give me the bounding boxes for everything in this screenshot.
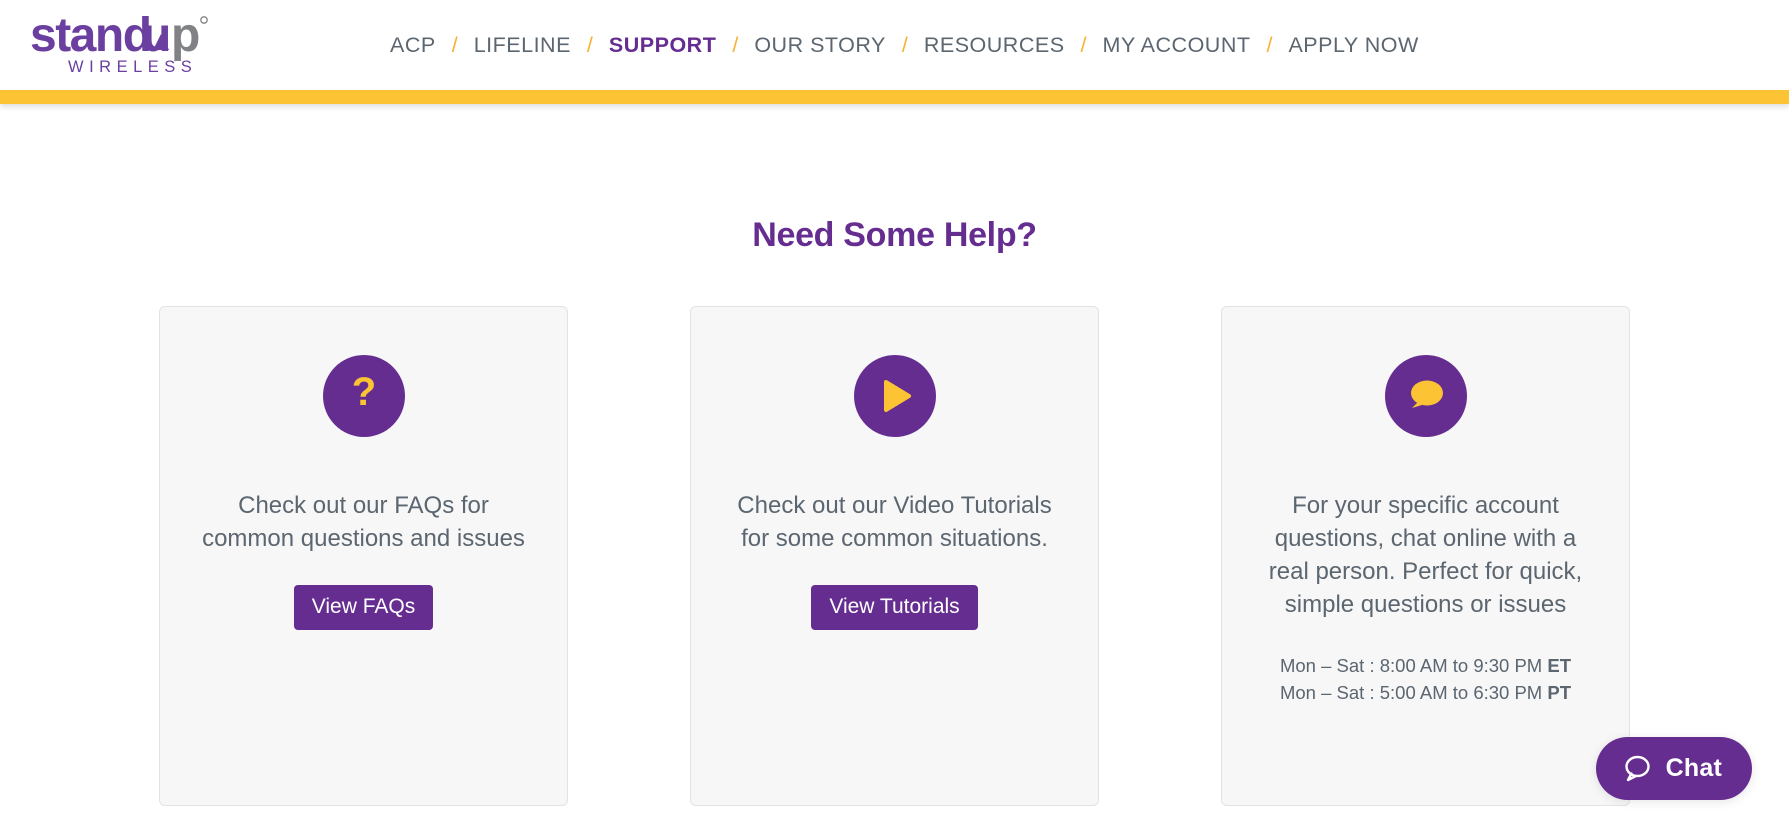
chat-widget-label: Chat <box>1665 754 1722 782</box>
help-card-faqs: ? Check out our FAQs for common question… <box>159 306 568 806</box>
help-cards-row: ? Check out our FAQs for common question… <box>0 306 1789 806</box>
chat-hours-pt-range: Mon – Sat : 5:00 AM to 6:30 PM <box>1279 681 1548 703</box>
svg-text:stand: stand <box>30 9 151 62</box>
chat-hours-line-et: Mon – Sat : 8:00 AM to 9:30 PM ET <box>1280 653 1571 679</box>
nav-separator: / <box>901 32 908 57</box>
help-card-tutorials-text: Check out our Video Tutorials for some c… <box>737 492 1052 553</box>
chat-bubble-glyph <box>1410 380 1443 408</box>
nav-item-apply-now[interactable]: APPLY NOW <box>1288 33 1418 58</box>
nav-item-lifeline[interactable]: LIFELINE <box>474 33 571 58</box>
help-card-chat-text: For your specific account questions, cha… <box>1268 492 1583 619</box>
chat-hours-pt-zone: PT <box>1547 681 1571 703</box>
view-tutorials-button[interactable]: View Tutorials <box>811 585 978 631</box>
nav-item-my-account[interactable]: MY ACCOUNT <box>1103 33 1251 58</box>
question-mark-icon: ? <box>322 355 405 437</box>
help-card-chat: For your specific account questions, cha… <box>1221 306 1630 806</box>
play-triangle-glyph <box>883 380 911 412</box>
page-title: Need Some Help? <box>752 216 1037 254</box>
nav-item-acp[interactable]: ACP <box>390 33 436 58</box>
nav-item-our-story[interactable]: OUR STORY <box>754 33 886 58</box>
header-accent-bar <box>0 90 1789 104</box>
nav-separator: / <box>586 32 593 57</box>
standup-wireless-logo[interactable]: stand u p WIRELESS <box>30 6 230 78</box>
chat-hours-et-zone: ET <box>1547 655 1571 677</box>
svg-text:p: p <box>171 9 200 62</box>
help-card-tutorials: Check out our Video Tutorials for some c… <box>690 306 1099 806</box>
nav-separator: / <box>1080 32 1087 57</box>
help-card-faqs-text: Check out our FAQs for common questions … <box>202 492 525 553</box>
chat-widget-button[interactable]: Chat <box>1595 737 1752 800</box>
nav-separator: / <box>1266 32 1273 57</box>
question-mark-glyph: ? <box>351 372 375 414</box>
chat-hours-line-pt: Mon – Sat : 5:00 AM to 6:30 PM PT <box>1280 680 1571 706</box>
chat-bubble-icon <box>1384 355 1467 437</box>
nav-item-resources[interactable]: RESOURCES <box>924 33 1065 58</box>
nav-separator: / <box>451 32 458 57</box>
logo-graphic: stand u p WIRELESS <box>30 9 208 76</box>
chat-bubble-outline-icon <box>1624 755 1650 782</box>
main-content: Need Some Help? ? Check out our FAQs for… <box>0 216 1789 817</box>
site-header: stand u p WIRELESS ACP / LIFELINE / SUPP… <box>0 0 1789 90</box>
svg-text:u: u <box>142 9 171 62</box>
nav-separator: / <box>732 32 739 57</box>
svg-text:WIRELESS: WIRELESS <box>68 58 197 76</box>
svg-text:?: ? <box>351 372 375 414</box>
chat-hours-et-range: Mon – Sat : 8:00 AM to 9:30 PM <box>1279 655 1548 677</box>
view-faqs-button[interactable]: View FAQs <box>293 585 434 631</box>
main-navigation: ACP / LIFELINE / SUPPORT / OUR STORY / R… <box>390 0 1419 90</box>
chat-hours: Mon – Sat : 8:00 AM to 9:30 PM ET Mon – … <box>1280 653 1571 706</box>
nav-item-support[interactable]: SUPPORT <box>609 33 716 58</box>
play-icon <box>853 355 936 437</box>
